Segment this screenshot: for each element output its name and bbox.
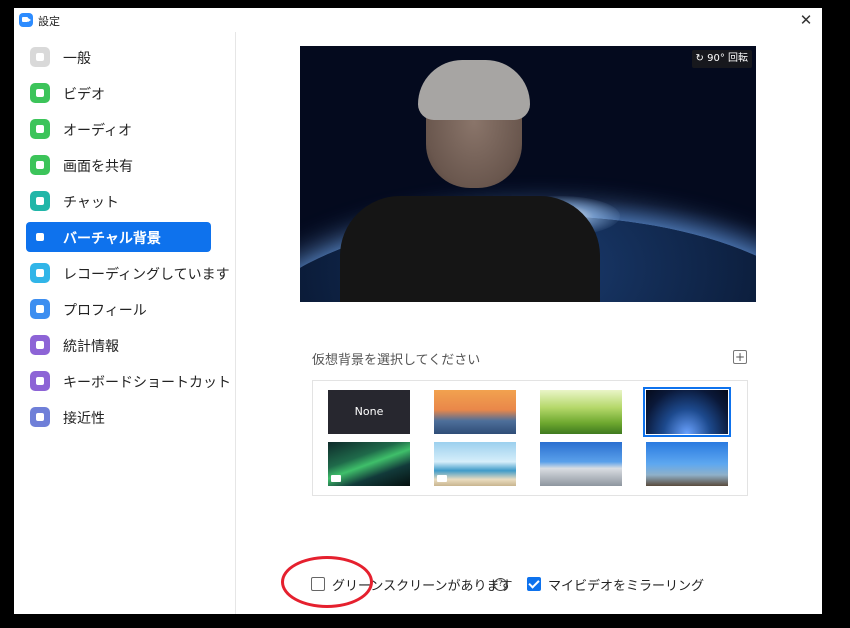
sidebar-item-label: 画面を共有 [63, 159, 133, 175]
background-thumbnail-building[interactable] [540, 442, 622, 486]
background-thumbnail-beach[interactable] [434, 442, 516, 486]
background-thumbnail-none[interactable]: None [328, 390, 410, 434]
profile-icon [30, 299, 50, 319]
video-badge-icon [437, 475, 447, 482]
help-icon[interactable]: ? [494, 578, 507, 591]
sidebar-item-label: プロフィール [63, 303, 147, 319]
sidebar-item[interactable]: 接近性 [26, 402, 211, 432]
sidebar-item-label: レコーディングしています [63, 267, 230, 283]
share-screen-icon [30, 155, 50, 175]
background-thumbnail-grass[interactable] [540, 390, 622, 434]
sidebar-item-label: 一般 [63, 51, 91, 67]
sidebar-item-label: 接近性 [63, 411, 105, 427]
mirror-video-label: マイビデオをミラーリング [548, 579, 705, 594]
sidebar-item[interactable]: 統計情報 [26, 330, 211, 360]
sidebar-item[interactable]: キーボードショートカット [26, 366, 231, 396]
sidebar-item-label: バーチャル背景 [63, 231, 161, 247]
video-preview: ↻ 90° 回転 [300, 46, 756, 302]
accessibility-icon [30, 407, 50, 427]
video-badge-icon [331, 475, 341, 482]
sidebar-item-label: キーボードショートカット [63, 375, 231, 391]
sidebar-item-label: オーディオ [63, 123, 133, 139]
sidebar-item[interactable]: チャット [26, 186, 211, 216]
background-select-label: 仮想背景を選択してください [312, 353, 481, 368]
settings-window: 設定 ✕ 一般ビデオオーディオ画面を共有チャットバーチャル背景レコーディングして… [14, 8, 822, 614]
add-background-button[interactable]: + [733, 350, 747, 364]
zoom-app-icon [19, 13, 33, 27]
sidebar-item[interactable]: バーチャル背景 [26, 222, 211, 252]
sidebar-item[interactable]: オーディオ [26, 114, 211, 144]
close-button[interactable]: ✕ [796, 10, 816, 30]
background-thumbnail-golden-gate-bridge[interactable] [434, 390, 516, 434]
person-body [340, 196, 600, 302]
sidebar-item[interactable]: レコーディングしています [26, 258, 230, 288]
mirror-video-checkbox[interactable] [527, 577, 541, 591]
background-thumbnail-blossom-tree[interactable] [646, 442, 728, 486]
background-thumbnails-panel: None [312, 380, 748, 496]
sidebar-item[interactable]: 一般 [26, 42, 211, 72]
sidebar-item[interactable]: ビデオ [26, 78, 211, 108]
rotate-90-button[interactable]: ↻ 90° 回転 [691, 50, 752, 68]
background-thumbnail-aurora[interactable] [328, 442, 410, 486]
statistics-icon [30, 335, 50, 355]
chat-bubble-icon [30, 191, 50, 211]
sidebar-item[interactable]: 画面を共有 [26, 150, 211, 180]
background-thumbnail-earth-space[interactable] [643, 387, 731, 437]
sidebar-item-label: 統計情報 [63, 339, 119, 355]
video-camera-icon [30, 83, 50, 103]
person-hair [418, 60, 530, 120]
virtual-background-icon [30, 227, 50, 247]
gear-icon [30, 47, 50, 67]
window-title: 設定 [38, 15, 60, 28]
sidebar-item[interactable]: プロフィール [26, 294, 211, 324]
keyboard-icon [30, 371, 50, 391]
green-screen-checkbox[interactable] [311, 577, 325, 591]
headphones-icon [30, 119, 50, 139]
settings-sidebar: 一般ビデオオーディオ画面を共有チャットバーチャル背景レコーディングしています プロ… [14, 32, 236, 614]
record-icon [30, 263, 50, 283]
sidebar-item-label: チャット [63, 195, 119, 211]
title-bar: 設定 ✕ [14, 8, 822, 32]
sidebar-item-label: ビデオ [63, 87, 105, 103]
green-screen-label: グリーンスクリーンがあります [332, 579, 513, 594]
